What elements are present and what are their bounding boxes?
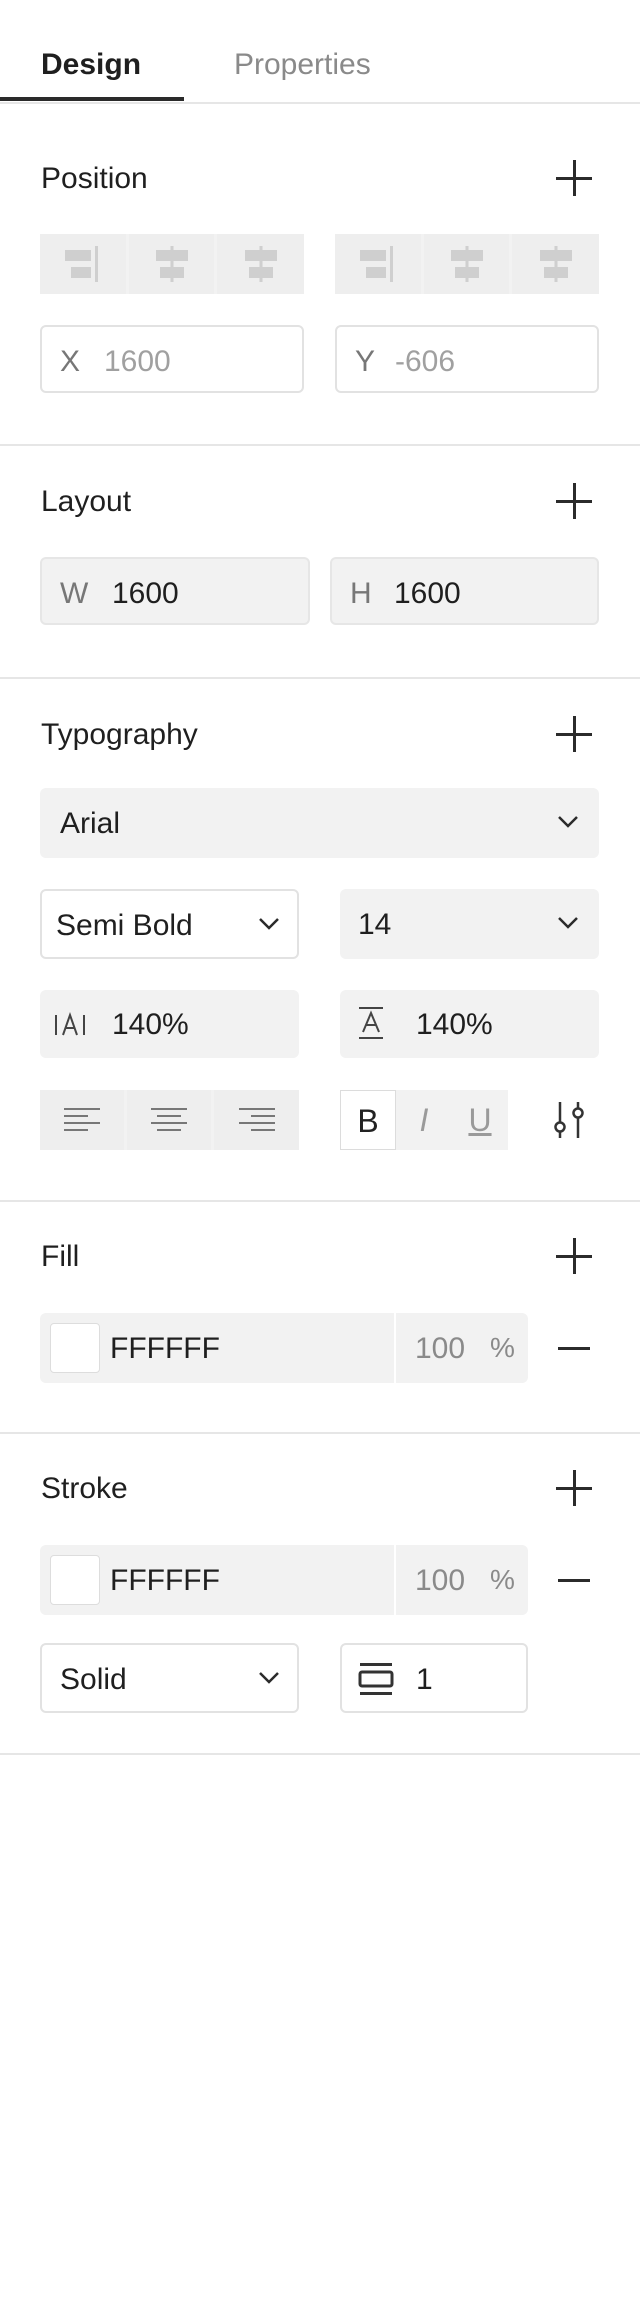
stroke-width-value: 1 [416, 1663, 433, 1696]
add-fill-icon[interactable] [556, 1238, 592, 1274]
stroke-color-swatch[interactable] [50, 1555, 100, 1605]
add-stroke-icon[interactable] [556, 1470, 592, 1506]
fill-title: Fill [41, 1240, 80, 1273]
align-top-object-icon [360, 246, 393, 282]
tab-bar: Design Properties [0, 0, 640, 104]
align-right-object-button[interactable] [217, 234, 304, 294]
font-weight-select[interactable]: Semi Bold [40, 889, 299, 959]
text-align-center-button[interactable] [127, 1090, 211, 1150]
align-middle-object-icon [450, 246, 483, 282]
align-right-object-icon [244, 246, 277, 282]
layout-title: Layout [41, 485, 132, 518]
chevron-down-icon [259, 918, 279, 930]
divider [394, 1545, 396, 1615]
add-typography-icon[interactable] [556, 716, 592, 752]
font-weight-value: Semi Bold [56, 909, 193, 942]
stroke-opacity-unit: % [490, 1564, 515, 1595]
letter-spacing-field[interactable]: 140% [40, 990, 299, 1058]
italic-button[interactable]: I [396, 1090, 452, 1150]
divider [0, 1753, 640, 1755]
stroke-title: Stroke [41, 1472, 128, 1505]
y-position-field[interactable]: Y -606 [335, 325, 599, 393]
stroke-color-row: FFFFFF 100 % [40, 1545, 528, 1615]
align-bottom-object-icon [539, 246, 572, 282]
font-family-select[interactable]: Arial [40, 788, 599, 858]
width-field[interactable]: W 1600 [40, 557, 310, 625]
align-left-object-button[interactable] [40, 234, 126, 294]
stroke-hex-value[interactable]: FFFFFF [110, 1564, 220, 1598]
stroke-opacity-value[interactable]: 100 [415, 1564, 465, 1598]
chevron-down-icon [558, 816, 578, 828]
stroke-weight-icon [358, 1663, 394, 1695]
position-title: Position [41, 162, 148, 195]
align-bottom-object-button[interactable] [512, 234, 599, 294]
letter-spacing-icon [55, 1011, 85, 1036]
divider [0, 444, 640, 446]
h-value: 1600 [394, 577, 461, 610]
font-size-value: 14 [358, 908, 392, 941]
align-center-object-icon [155, 246, 188, 282]
x-label: X [60, 345, 81, 378]
bold-button[interactable]: B [340, 1090, 396, 1150]
fill-hex-value[interactable]: FFFFFF [110, 1332, 220, 1366]
stroke-width-field[interactable]: 1 [340, 1643, 528, 1713]
divider [0, 677, 640, 679]
w-value: 1600 [112, 577, 179, 610]
line-height-icon [359, 1007, 383, 1039]
vertical-align-group [335, 234, 599, 294]
align-center-object-button[interactable] [129, 234, 214, 294]
align-left-object-icon [65, 246, 98, 282]
y-value: -606 [395, 345, 456, 378]
chevron-down-icon [259, 1672, 279, 1684]
add-layout-icon[interactable] [556, 483, 592, 519]
x-position-field[interactable]: X 1600 [40, 325, 304, 393]
align-right-icon [238, 1108, 275, 1131]
stroke-style-select[interactable]: Solid [40, 1643, 299, 1713]
font-size-select[interactable]: 14 [340, 889, 599, 959]
remove-stroke-icon[interactable] [558, 1579, 590, 1582]
w-label: W [60, 577, 89, 610]
fill-color-row: FFFFFF 100 % [40, 1313, 528, 1383]
fill-opacity-value[interactable]: 100 [415, 1332, 465, 1366]
chevron-down-icon [558, 917, 578, 929]
fill-opacity-unit: % [490, 1332, 515, 1363]
height-field[interactable]: H 1600 [330, 557, 599, 625]
text-align-left-button[interactable] [40, 1090, 124, 1150]
typography-title: Typography [41, 718, 198, 751]
x-value: 1600 [104, 345, 171, 378]
divider [0, 1200, 640, 1202]
active-tab-indicator [0, 97, 184, 101]
align-middle-object-button[interactable] [424, 234, 509, 294]
align-left-icon [64, 1108, 100, 1131]
horizontal-align-group [40, 234, 304, 294]
text-align-group [40, 1090, 299, 1150]
fill-color-swatch[interactable] [50, 1323, 100, 1373]
add-position-icon[interactable] [556, 160, 592, 196]
underline-button[interactable]: U [452, 1090, 508, 1150]
remove-fill-icon[interactable] [558, 1347, 590, 1350]
tab-properties[interactable]: Properties [234, 48, 371, 82]
text-style-group: B I U [340, 1090, 508, 1150]
divider [0, 1432, 640, 1434]
divider [394, 1313, 396, 1383]
letter-spacing-value: 140% [112, 1008, 189, 1041]
sliders-icon[interactable] [552, 1100, 586, 1140]
text-align-right-button[interactable] [214, 1090, 299, 1150]
align-center-icon [151, 1108, 187, 1131]
line-height-value: 140% [416, 1008, 493, 1041]
h-label: H [350, 577, 372, 610]
y-label: Y [355, 345, 376, 378]
tab-design[interactable]: Design [41, 48, 141, 82]
align-top-object-button[interactable] [335, 234, 421, 294]
line-height-field[interactable]: 140% [340, 990, 599, 1058]
font-family-value: Arial [60, 807, 121, 840]
stroke-style-value: Solid [60, 1663, 127, 1696]
